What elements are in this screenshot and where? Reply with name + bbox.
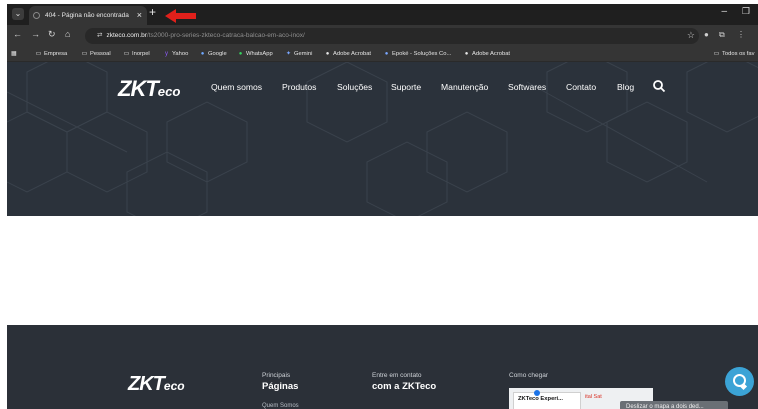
footer-principais-label: Principais (262, 372, 291, 379)
all-bookmarks-folder[interactable]: ▭ Todos os fav (713, 47, 755, 61)
google-icon: ● (200, 51, 205, 57)
bookmarks-bar: ▦ ▭ Empresa ▭ Pessoal ▭ Inorpel y Yahoo ● Goo… (7, 47, 758, 62)
new-tab-button[interactable]: + (149, 5, 156, 19)
bookmark-empresa[interactable]: ▭ Empresa (35, 47, 68, 61)
nav-manutencao[interactable]: Manutenção (441, 82, 488, 92)
nav-quem-somos[interactable]: Quem somos (211, 82, 262, 92)
browser-tab-bar: ⌄ 404 - Página não encontrada × + – ❐ (7, 4, 758, 25)
zkteco-logo[interactable]: ZKTeco (118, 76, 181, 102)
map-gesture-hint: Deslizar o mapa a dois ded... (620, 401, 728, 409)
url-text: ⇄ zkteco.com.br/ts2000-pro-series-zkteco-… (97, 28, 305, 44)
nav-produtos[interactable]: Produtos (282, 82, 316, 92)
folder-icon: ▭ (123, 51, 130, 57)
extension-icon[interactable]: ● (704, 30, 709, 39)
folder-icon: ▭ (35, 51, 42, 57)
site-header: ZKTeco Quem somos Produtos Soluções Supo… (7, 62, 758, 216)
site-icon: ● (384, 51, 389, 57)
nav-blog[interactable]: Blog (617, 82, 634, 92)
footer-como-chegar-label: Como chegar (509, 372, 549, 379)
bookmark-adobe-acrobat[interactable]: ● Adobe Acrobat (324, 47, 371, 61)
window-frame (0, 0, 7, 409)
red-arrow-annotation-icon (165, 9, 196, 23)
browser-toolbar: ← → ↻ ⌂ ⇄ zkteco.com.br/ts2000-pro-series… (7, 25, 758, 47)
bookmark-gemini[interactable]: ✦ Gemini (285, 47, 312, 61)
url-path: /ts2000-pro-series-zkteco-catraca-balcao… (146, 32, 305, 39)
bookmark-whatsapp[interactable]: ● WhatsApp (237, 47, 273, 61)
site-settings-icon[interactable]: ⇄ (97, 32, 102, 39)
more-menu-icon[interactable]: ⋮ (737, 30, 745, 39)
bookmark-inorpel[interactable]: ▭ Inorpel (123, 47, 150, 61)
tab-close-button[interactable]: × (137, 6, 142, 25)
yahoo-icon: y (165, 51, 168, 57)
site-footer: ZKTeco Principais Páginas Quem Somos Ent… (7, 325, 758, 409)
window-maximize-button[interactable]: ❐ (742, 6, 750, 17)
footer-contato-heading: com a ZKTeco (372, 381, 437, 392)
nav-softwares[interactable]: Softwares (508, 82, 546, 92)
chat-bubble-tail-icon (739, 382, 748, 391)
footer-contato-label: Entre em contato (372, 372, 422, 379)
window-minimize-button[interactable]: – (721, 6, 727, 17)
footer-paginas-heading: Páginas (262, 381, 299, 392)
bookmark-yahoo[interactable]: y Yahoo (163, 47, 188, 61)
back-arrow-icon[interactable]: ← (13, 29, 22, 39)
map-pin-icon (534, 390, 540, 396)
footer-link-quem-somos[interactable]: Quem Somos (262, 403, 299, 409)
tab-search-menu-icon[interactable]: ⌄ (12, 8, 24, 20)
footer-zkteco-logo[interactable]: ZKTeco (128, 373, 185, 396)
bookmark-google[interactable]: ● Google (199, 47, 227, 61)
nav-solucoes[interactable]: Soluções (337, 82, 372, 92)
url-host: zkteco.com.br (106, 32, 147, 39)
nav-suporte[interactable]: Suporte (391, 82, 421, 92)
apps-grid-icon[interactable]: ▦ (11, 47, 16, 61)
tab-title: 404 - Página não encontrada (45, 12, 129, 19)
gemini-icon: ✦ (285, 51, 292, 57)
nav-contato[interactable]: Contato (566, 82, 596, 92)
tab-favicon-icon (33, 12, 40, 19)
whatsapp-icon: ● (238, 51, 243, 57)
bookmark-star-icon[interactable]: ☆ (687, 30, 695, 41)
tab-404[interactable]: 404 - Página não encontrada × (29, 6, 147, 25)
reload-icon[interactable]: ↻ (48, 29, 56, 40)
bookmark-pessoal[interactable]: ▭ Pessoal (81, 47, 111, 61)
acrobat-icon: ● (325, 51, 330, 57)
map-place-card[interactable]: ZKTeco Experi... (513, 390, 581, 409)
acrobat-icon: ● (464, 51, 469, 57)
folder-icon: ▭ (713, 51, 720, 57)
home-icon[interactable]: ⌂ (65, 29, 70, 39)
chat-button[interactable] (725, 367, 754, 396)
forward-arrow-icon[interactable]: → (31, 29, 40, 39)
extensions-puzzle-icon[interactable]: ⧉ (719, 30, 725, 40)
folder-icon: ▭ (81, 51, 88, 57)
bookmark-adobe-acrobat-2[interactable]: ● Adobe Acrobat (463, 47, 510, 61)
search-icon[interactable] (652, 79, 666, 93)
bookmark-epoke[interactable]: ● Epoké - Soluções Co... (383, 47, 452, 61)
address-bar[interactable]: ⇄ zkteco.com.br/ts2000-pro-series-zkteco-… (85, 28, 699, 44)
map-road-label: ital Sat (585, 394, 602, 400)
